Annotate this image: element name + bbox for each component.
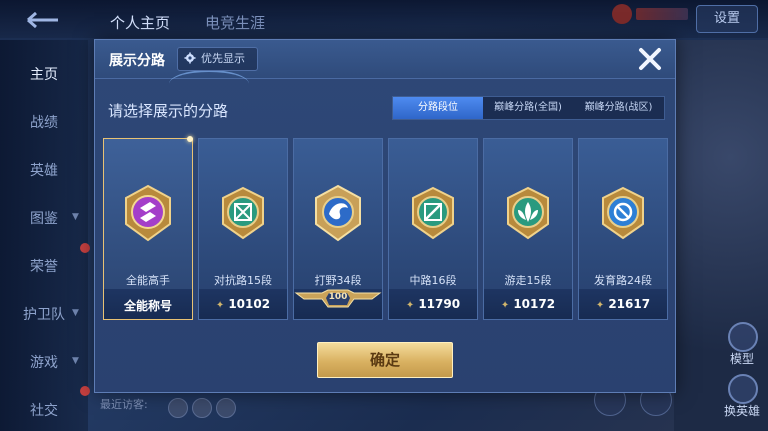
star-rank-value: 100 (328, 292, 348, 302)
sidebar-item-home[interactable]: 主页 (0, 64, 88, 84)
dialog-title: 展示分路 (109, 53, 165, 69)
score-icon: ✦ (215, 300, 225, 311)
lane-card-farm[interactable]: 发育路24段 ✦ 21617 (578, 138, 668, 320)
gear-icon (184, 52, 196, 64)
card-score: ✦ 10172 (484, 297, 572, 311)
tab-peak-zone[interactable]: 巅峰分路(战区) (573, 97, 664, 119)
score-icon: ✦ (405, 300, 415, 311)
notification-dot (80, 243, 90, 253)
lane-card-allround[interactable]: 全能高手 全能称号 (103, 136, 193, 320)
clash-lane-emblem-icon (222, 186, 264, 240)
avatar (612, 4, 632, 24)
card-title-badge: 全能称号 (123, 299, 172, 313)
score-value: 11790 (418, 297, 461, 311)
card-score: ✦ 21617 (579, 297, 667, 311)
close-icon[interactable] (635, 44, 665, 74)
dialog-subtitle: 请选择展示的分路 (108, 102, 229, 120)
score-value: 10172 (513, 297, 556, 311)
swap-hero-button[interactable]: 换英雄 (720, 402, 764, 419)
lane-type-tabs: 分路段位 巅峰分路(全国) 巅峰分路(战区) (392, 96, 665, 120)
sidebar (0, 40, 88, 431)
card-name: 打野34段 (314, 274, 362, 287)
hero-preview (674, 40, 768, 431)
allround-emblem-icon (125, 184, 171, 242)
card-name: 对抗路15段 (214, 274, 272, 287)
lane-display-dialog: 展示分路 优先显示 请选择展示的分路 分路段位 巅峰分路(全国) 巅峰分路(战区… (94, 39, 676, 393)
header-ornament (169, 70, 249, 98)
priority-display-button[interactable]: 优先显示 (177, 47, 258, 71)
priority-display-label: 优先显示 (201, 52, 245, 65)
visitor-avatar[interactable] (216, 398, 236, 418)
notification-dot (80, 386, 90, 396)
score-value: 10102 (228, 297, 271, 311)
tab-profile[interactable]: 个人主页 (110, 12, 170, 33)
farm-lane-emblem-icon (602, 186, 644, 240)
back-icon[interactable] (22, 10, 62, 30)
score-icon: ✦ (595, 300, 605, 311)
tab-lane-rank[interactable]: 分路段位 (393, 97, 483, 119)
lane-card-clash[interactable]: 对抗路15段 ✦ 10102 (198, 138, 288, 320)
score-value: 21617 (608, 297, 651, 311)
card-score: ✦ 11790 (389, 297, 477, 311)
card-name: 全能高手 (126, 274, 170, 287)
tab-esports[interactable]: 电竞生涯 (205, 12, 265, 33)
card-name: 游走15段 (504, 274, 552, 287)
roam-emblem-icon (507, 186, 549, 240)
card-score: ✦ 10102 (199, 297, 287, 311)
sidebar-item-heroes[interactable]: 英雄 (0, 160, 88, 180)
sidebar-item-social[interactable]: 社交 (0, 400, 88, 420)
visitor-avatar[interactable] (168, 398, 188, 418)
chevron-down-icon: ▼ (72, 356, 79, 366)
sidebar-item-honor[interactable]: 荣誉 (0, 256, 88, 276)
chevron-down-icon: ▼ (72, 212, 79, 222)
card-name: 发育路24段 (594, 274, 652, 287)
jungle-emblem-icon (315, 184, 361, 242)
recent-visitors-label: 最近访客: (100, 398, 148, 411)
selection-sparkle (187, 136, 193, 142)
confirm-button[interactable]: 确定 (317, 342, 453, 378)
lane-card-roam[interactable]: 游走15段 ✦ 10172 (483, 138, 573, 320)
status-bar (636, 8, 688, 20)
swap-hero-icon[interactable] (728, 374, 758, 404)
lane-card-jungle[interactable]: 打野34段 100 (293, 138, 383, 320)
score-icon: ✦ (500, 300, 510, 311)
settings-button[interactable]: 设置 (696, 5, 758, 33)
chevron-down-icon: ▼ (72, 308, 79, 318)
visitor-avatar[interactable] (192, 398, 212, 418)
lane-card-mid[interactable]: 中路16段 ✦ 11790 (388, 138, 478, 320)
model-icon[interactable] (728, 322, 758, 352)
model-button[interactable]: 模型 (720, 350, 764, 367)
sidebar-item-records[interactable]: 战绩 (0, 112, 88, 132)
mid-lane-emblem-icon (412, 186, 454, 240)
card-name: 中路16段 (409, 274, 457, 287)
tab-peak-national[interactable]: 巅峰分路(全国) (483, 97, 573, 119)
